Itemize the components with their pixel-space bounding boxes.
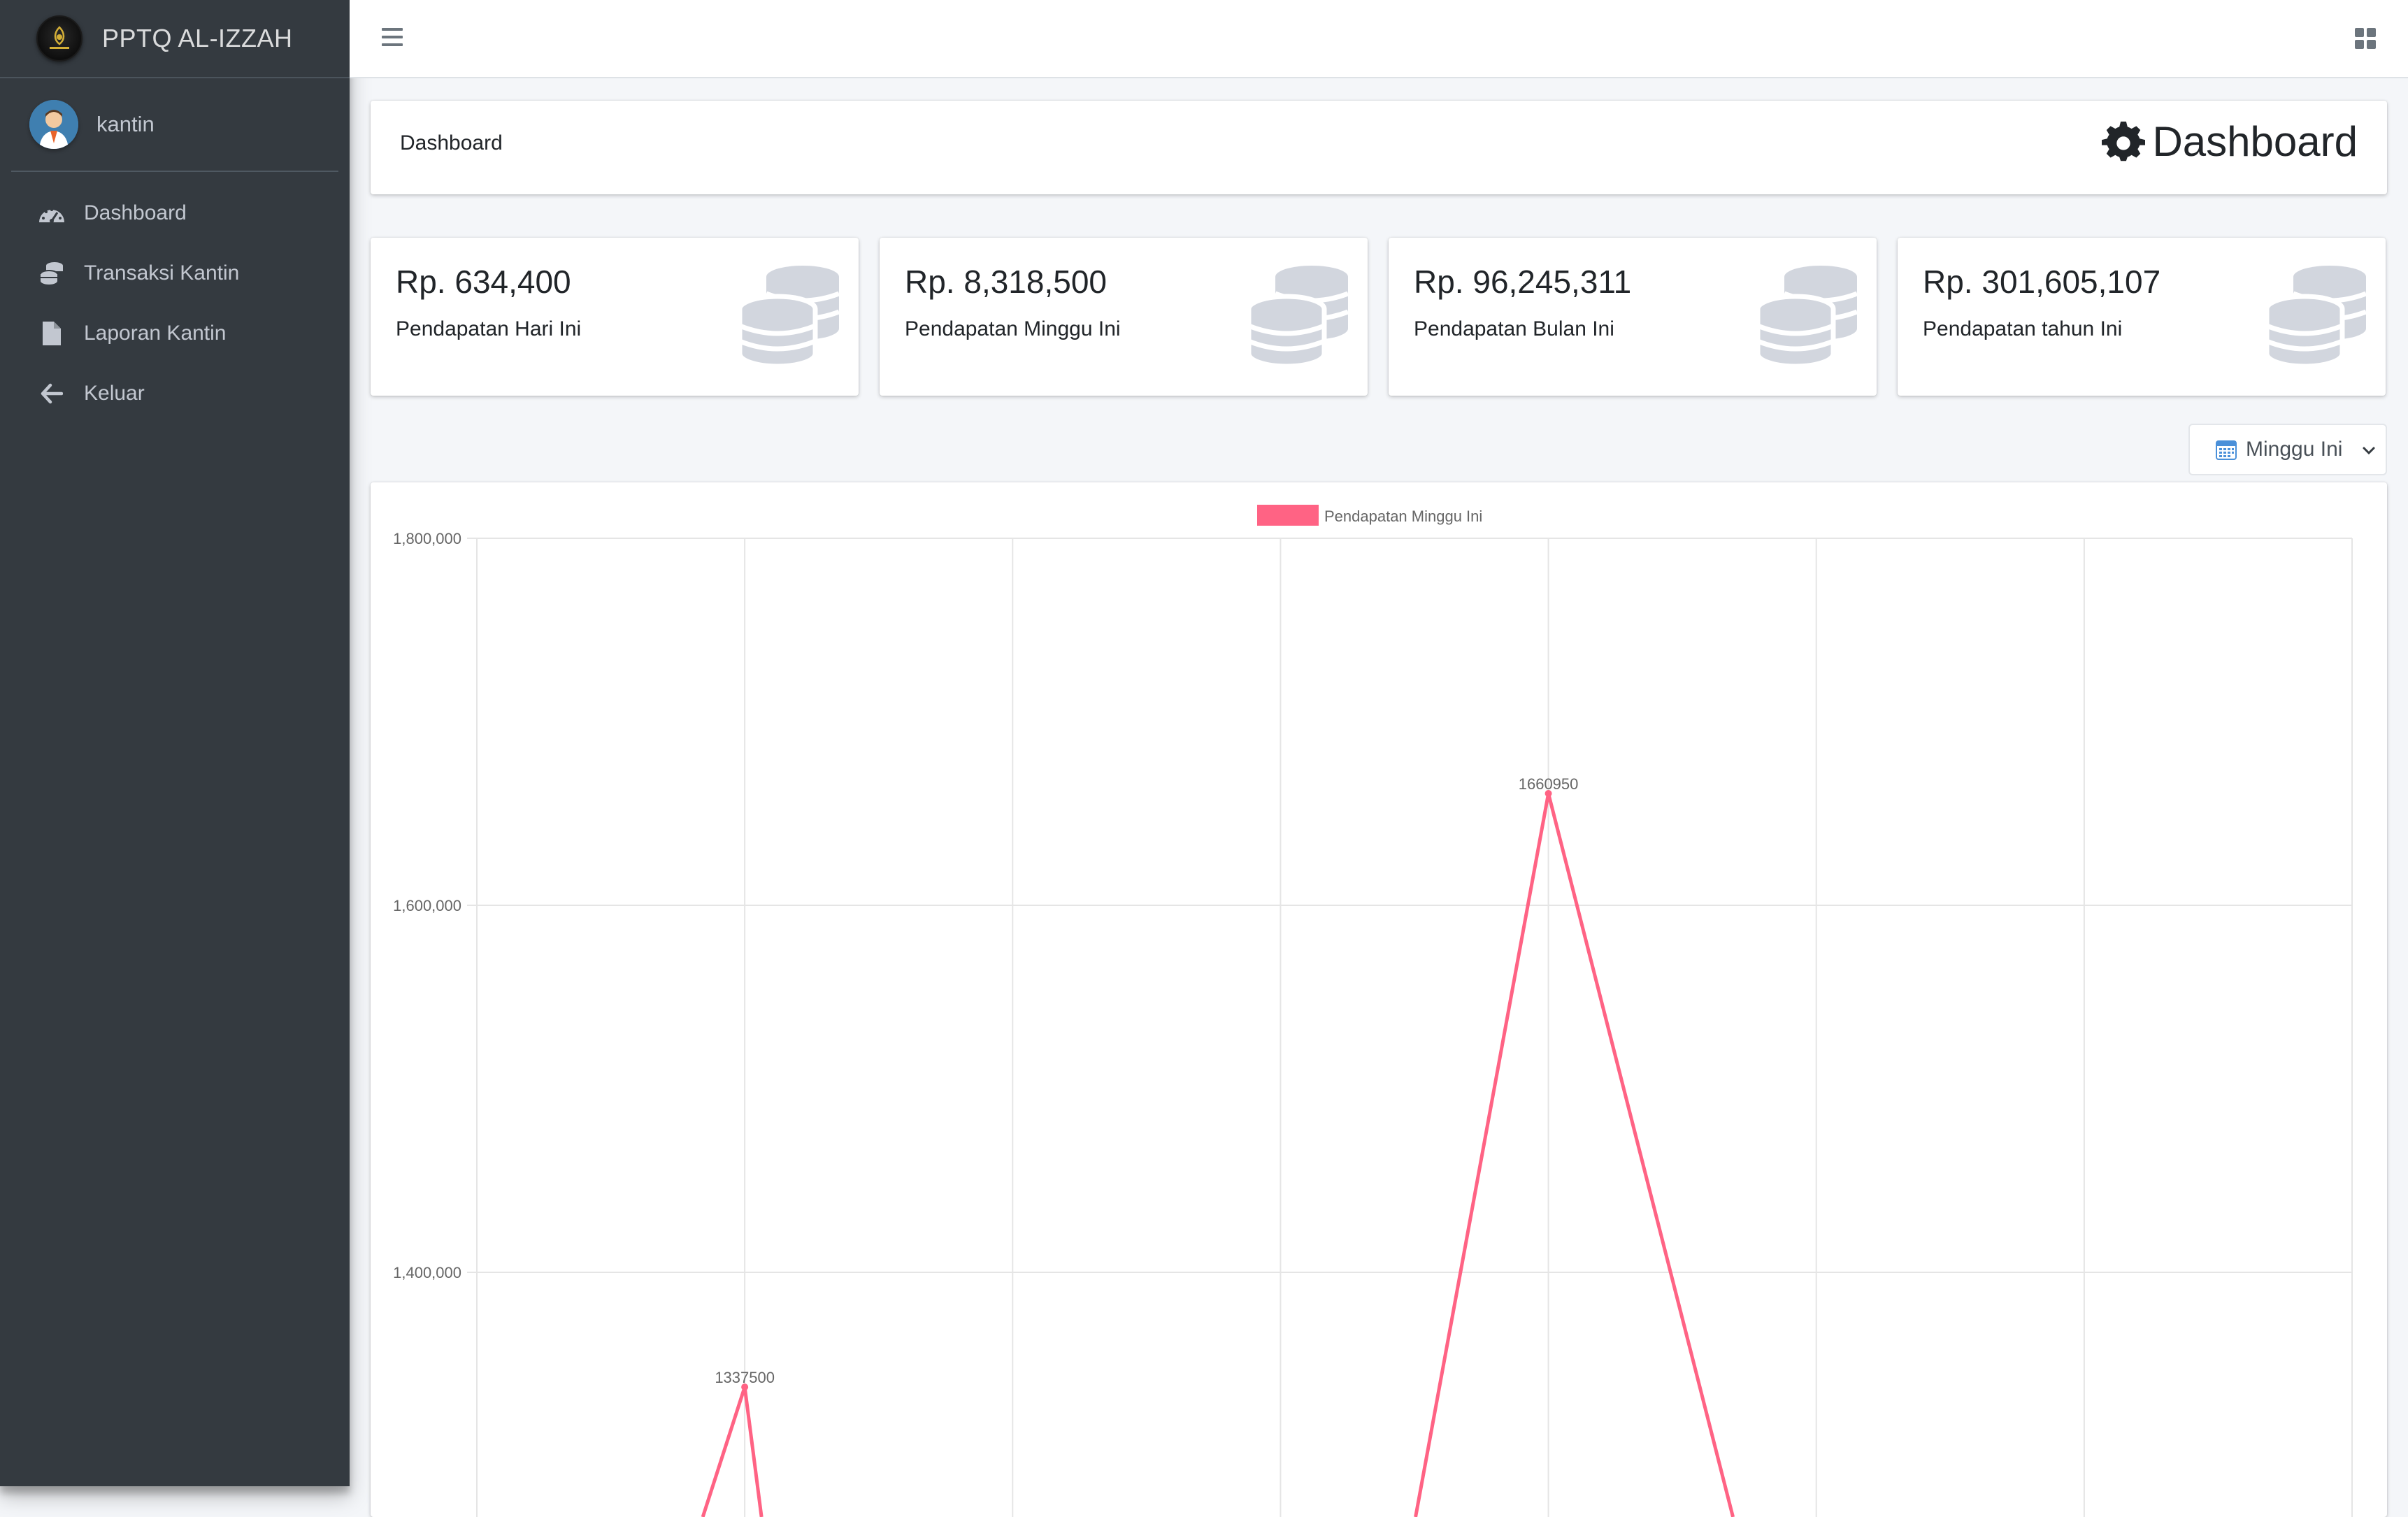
chevron-down-icon: [2363, 447, 2375, 455]
stat-value: Rp. 96,245,311: [1414, 264, 1632, 300]
y-tick-label: 1,400,000: [393, 1264, 461, 1281]
y-tick-label: 1,600,000: [393, 897, 461, 914]
sidebar-item-dashboard[interactable]: Dashboard: [0, 183, 350, 243]
widgets-grid-icon[interactable]: [2355, 28, 2376, 49]
coins-icon: [36, 259, 67, 287]
sidebar: PPTQ AL-IZZAH kantin Dashboard Transaksi…: [0, 0, 350, 1486]
top-navbar: [350, 0, 2408, 78]
stat-box-month: Rp. 96,245,311 Pendapatan Bulan Ini: [1389, 238, 1877, 396]
legend-swatch: [1257, 505, 1319, 526]
menu-toggle-icon[interactable]: [382, 28, 403, 49]
brand-link[interactable]: PPTQ AL-IZZAH: [0, 0, 350, 78]
y-tick-label: 1,800,000: [393, 530, 461, 547]
coins-icon: [738, 266, 839, 368]
stat-label: Pendapatan Hari Ini: [396, 317, 582, 340]
gear-icon: [2102, 121, 2146, 161]
data-label: 1337500: [715, 1369, 775, 1386]
series-line: [1414, 793, 1735, 1517]
stat-value: Rp. 8,318,500: [905, 264, 1108, 300]
breadcrumb[interactable]: Dashboard: [400, 131, 503, 155]
sidebar-item-label: Dashboard: [84, 201, 187, 224]
coins-icon: [1756, 266, 1857, 368]
sidebar-item-keluar[interactable]: Keluar: [0, 364, 350, 424]
revenue-chart-card: 1,800,000 1,600,000 1,400,000 Pendapatan M…: [371, 482, 2387, 1517]
user-panel[interactable]: kantin: [11, 78, 338, 172]
content-header: Dashboard Dashboard: [371, 101, 2387, 194]
brand-logo: [36, 15, 83, 62]
sidebar-item-laporan-kantin[interactable]: Laporan Kantin: [0, 303, 350, 364]
coins-icon: [1247, 266, 1348, 368]
brand-name: PPTQ AL-IZZAH: [102, 24, 293, 52]
revenue-line-chart: 1,800,000 1,600,000 1,400,000 Pendapatan M…: [393, 505, 2353, 1517]
period-select-value: Minggu Ini: [2246, 438, 2343, 461]
arrow-left-icon: [36, 380, 67, 408]
page-title: Dashboard: [2102, 117, 2358, 166]
stat-label: Pendapatan Bulan Ini: [1414, 317, 1614, 340]
coins-icon: [2265, 266, 2366, 368]
data-label: 1660950: [1519, 775, 1579, 793]
sidebar-item-label: Transaksi Kantin: [84, 261, 240, 285]
stat-box-today: Rp. 634,400 Pendapatan Hari Ini: [371, 238, 859, 396]
dashboard-gauge-icon: [36, 199, 67, 227]
period-select[interactable]: Minggu Ini: [2188, 424, 2387, 475]
legend-label[interactable]: Pendapatan Minggu Ini: [1324, 508, 1482, 525]
stat-label: Pendapatan Minggu Ini: [905, 317, 1121, 340]
stat-value: Rp. 634,400: [396, 264, 571, 300]
sidebar-nav: Dashboard Transaksi Kantin Laporan Kanti…: [0, 183, 350, 424]
sidebar-item-label: Laporan Kantin: [84, 322, 227, 345]
sidebar-item-transaksi-kantin[interactable]: Transaksi Kantin: [0, 243, 350, 303]
page-title-text: Dashboard: [2152, 118, 2358, 165]
sidebar-item-label: Keluar: [84, 382, 145, 405]
file-icon: [36, 319, 67, 347]
avatar: [29, 100, 78, 149]
calendar-icon: [2216, 440, 2237, 460]
series-line: [701, 1386, 764, 1517]
stat-value: Rp. 301,605,107: [1923, 264, 2161, 300]
stat-box-week: Rp. 8,318,500 Pendapatan Minggu Ini: [880, 238, 1368, 396]
user-name: kantin: [96, 112, 155, 136]
stat-label: Pendapatan tahun Ini: [1923, 317, 2123, 340]
stat-box-year: Rp. 301,605,107 Pendapatan tahun Ini: [1898, 238, 2386, 396]
